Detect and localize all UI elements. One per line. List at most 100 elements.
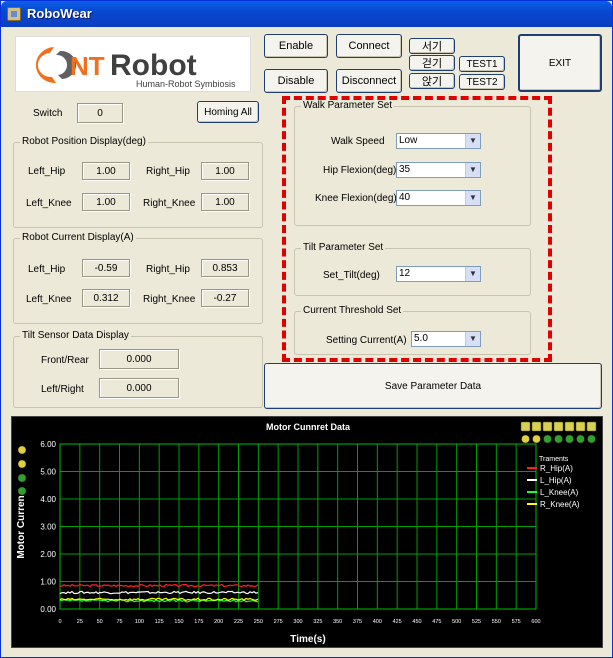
- x-tick-label: 125: [155, 619, 164, 625]
- pos-right-hip-value: 1.00: [201, 162, 249, 180]
- x-tick-label: 550: [492, 619, 501, 625]
- x-tick-label: 225: [234, 619, 243, 625]
- zoom-reset-y-icon: [17, 473, 27, 483]
- cur-left-hip-label: Left_Hip: [28, 264, 66, 275]
- title-bar[interactable]: RoboWear: [1, 1, 612, 27]
- pos-right-hip-label: Right_Hip: [146, 166, 190, 177]
- cur-right-knee-label: Right_Knee: [143, 294, 196, 305]
- cur-right-knee-value: -0.27: [201, 289, 249, 307]
- y-tick-label: 3.00: [40, 523, 56, 532]
- legend-header: Traments: [539, 456, 569, 463]
- current-group: Robot Current Display(A): [13, 232, 263, 324]
- test1-button[interactable]: TEST1: [459, 56, 505, 72]
- motor-current-chart: Motor Cunnret Data 0 25 50 75 100 125 150 175 200…: [11, 416, 603, 648]
- connect-button[interactable]: Connect: [336, 34, 402, 58]
- highlight-box: [282, 96, 552, 362]
- cur-right-hip-value: 0.853: [201, 259, 249, 277]
- x-tick-label: 25: [77, 619, 83, 625]
- window-title: RoboWear: [27, 6, 92, 21]
- position-group: Robot Position Display(deg): [13, 136, 263, 228]
- x-tick-label: 400: [373, 619, 382, 625]
- cur-left-knee-value: 0.312: [82, 289, 130, 307]
- ntrobot-logo: NT Robot Human-Robot Symbiosis: [15, 36, 251, 92]
- x-tick-label: 0: [58, 619, 61, 625]
- tilt-sensor-group-title: Tilt Sensor Data Display: [20, 330, 131, 341]
- switch-value: 0: [77, 103, 123, 123]
- x-tick-label: 300: [293, 619, 302, 625]
- x-tick-label: 450: [412, 619, 421, 625]
- x-tick-label: 50: [97, 619, 103, 625]
- x-tick-label: 600: [531, 619, 540, 625]
- x-tick-label: 375: [353, 619, 362, 625]
- zoom-in-x-icon: [521, 434, 530, 444]
- pos-left-hip-value: 1.00: [82, 162, 130, 180]
- homing-all-button[interactable]: Homing All: [197, 101, 259, 123]
- zoom-out-icon: [565, 434, 574, 444]
- pos-left-knee-label: Left_Knee: [26, 198, 72, 209]
- logo-nt-text: NT: [70, 51, 105, 81]
- app-icon: [7, 7, 21, 21]
- print-icon: [553, 421, 564, 432]
- cur-left-hip-value: -0.59: [82, 259, 130, 277]
- x-tick-label: 350: [333, 619, 342, 625]
- legend-label: R_Hip(A): [540, 464, 573, 473]
- pause-icon: [520, 421, 531, 432]
- x-tick-label: 275: [274, 619, 283, 625]
- chart-svg: Motor Cunnret Data 0 25 50 75 100 125 150 175 200…: [16, 421, 597, 645]
- left-right-value: 0.000: [99, 378, 179, 398]
- x-tick-label: 100: [135, 619, 144, 625]
- walk-button[interactable]: 걷기: [409, 55, 455, 71]
- left-right-label: Left/Right: [41, 384, 84, 395]
- y-tick-label: 5.00: [40, 468, 56, 477]
- x-tick-label: 325: [313, 619, 322, 625]
- enable-button[interactable]: Enable: [264, 34, 328, 58]
- logo-tagline: Human-Robot Symbiosis: [136, 79, 236, 89]
- hand-icon: [531, 421, 542, 432]
- x-tick-label: 500: [452, 619, 461, 625]
- pos-right-knee-value: 1.00: [201, 193, 249, 211]
- y-tick-label: 2.00: [40, 550, 56, 559]
- switch-label: Switch: [33, 108, 63, 119]
- x-tick-label: 200: [214, 619, 223, 625]
- stand-button[interactable]: 서기: [409, 38, 455, 54]
- logo-robot-text: Robot: [110, 49, 197, 82]
- x-tick-label: 150: [174, 619, 183, 625]
- save-icon: [564, 421, 575, 432]
- exit-button[interactable]: EXIT: [518, 34, 602, 92]
- legend-label: L_Knee(A): [540, 488, 579, 497]
- y-tick-label: 0.00: [40, 605, 56, 614]
- chart-title: Motor Cunnret Data: [266, 422, 351, 432]
- legend-label: L_Hip(A): [540, 476, 572, 485]
- sit-button[interactable]: 앉기: [409, 73, 455, 89]
- zoom-fit-icon: [576, 434, 585, 444]
- zoom-in-icon: [554, 434, 563, 444]
- main-window: RoboWear NT Robot Human-Robot Symbiosis …: [0, 0, 613, 658]
- y-tick-label: 1.00: [40, 578, 56, 587]
- x-tick-label: 250: [254, 619, 263, 625]
- pos-right-knee-label: Right_Knee: [143, 198, 196, 209]
- zoom-in-y-icon: [17, 445, 27, 455]
- x-tick-label: 75: [116, 619, 122, 625]
- add-icon: [587, 434, 596, 444]
- zoom-icon: [586, 421, 597, 432]
- save-parameter-button[interactable]: Save Parameter Data: [264, 363, 602, 409]
- position-group-title: Robot Position Display(deg): [20, 136, 148, 147]
- current-group-title: Robot Current Display(A): [20, 232, 136, 243]
- zoom-out-x-icon: [532, 434, 541, 444]
- y-tick-label: 4.00: [40, 495, 56, 504]
- zoom-reset-icon: [543, 434, 552, 444]
- x-tick-label: 475: [432, 619, 441, 625]
- disable-button[interactable]: Disable: [264, 69, 328, 93]
- front-rear-label: Front/Rear: [41, 355, 89, 366]
- x-tick-label: 425: [393, 619, 402, 625]
- x-tick-label: 575: [512, 619, 521, 625]
- legend-label: R_Knee(A): [540, 500, 580, 509]
- disconnect-button[interactable]: Disconnect: [336, 69, 402, 93]
- copy-icon: [542, 421, 553, 432]
- y-axis-label: Motor Curren: [16, 495, 27, 558]
- pos-left-hip-label: Left_Hip: [28, 166, 66, 177]
- add-y-icon: [17, 486, 27, 496]
- logo-graphic: NT Robot Human-Robot Symbiosis: [35, 47, 236, 89]
- cur-left-knee-label: Left_Knee: [26, 294, 72, 305]
- test2-button[interactable]: TEST2: [459, 74, 505, 90]
